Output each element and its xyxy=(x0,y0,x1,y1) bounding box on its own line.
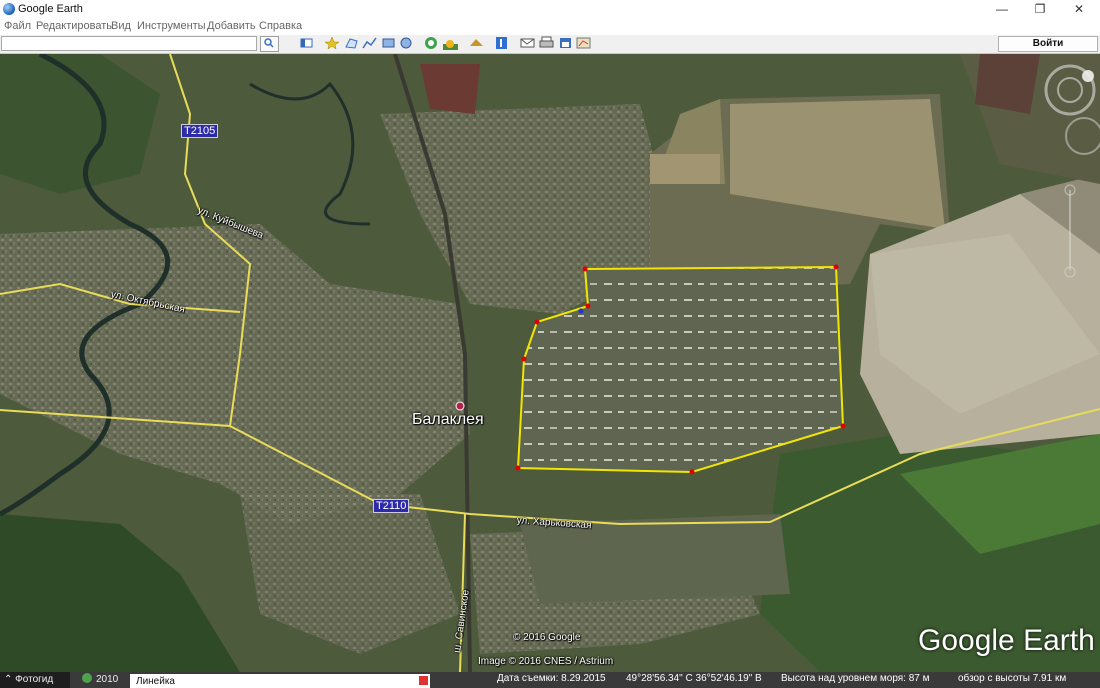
minimize-button[interactable]: — xyxy=(984,0,1020,19)
imagery-credit: Image © 2016 CNES / Astrium xyxy=(478,656,614,667)
ruler-tab[interactable]: Линейка xyxy=(130,674,430,688)
close-icon[interactable] xyxy=(419,676,428,685)
add-placemark-icon[interactable] xyxy=(324,36,340,50)
navigation-controls[interactable] xyxy=(1040,60,1100,290)
search-icon xyxy=(264,38,274,48)
menu-edit[interactable]: Редактировать xyxy=(36,20,112,32)
sign-in-button[interactable]: Войти xyxy=(998,36,1098,52)
add-overlay-icon[interactable] xyxy=(381,36,396,50)
close-button[interactable]: ✕ xyxy=(1061,0,1097,19)
add-path-icon[interactable] xyxy=(362,36,377,50)
year-label: 2010 xyxy=(96,674,119,685)
ruler-tab-label: Линейка xyxy=(136,676,175,687)
print-icon[interactable] xyxy=(539,36,554,50)
view-in-maps-icon[interactable] xyxy=(576,36,591,50)
email-icon[interactable] xyxy=(520,36,535,50)
toolbar: Войти xyxy=(0,35,1100,54)
menu-tools[interactable]: Инструменты xyxy=(137,20,206,32)
window-title: Google Earth xyxy=(18,3,83,15)
record-tour-icon[interactable] xyxy=(399,36,414,50)
status-bar: ⌃ Фотогид 2010 Линейка Дата съемки: 8.29… xyxy=(0,672,1100,688)
map-view[interactable]: Балаклея ул. Куйбышева ул. Октябрьская у… xyxy=(0,54,1100,672)
menu-help[interactable]: Справка xyxy=(259,20,302,32)
maximize-button[interactable]: ❐ xyxy=(1022,0,1058,19)
city-label[interactable]: Балаклея xyxy=(412,411,484,429)
satellite-imagery xyxy=(0,54,1100,672)
switch-planet-icon[interactable] xyxy=(469,36,484,50)
globe-icon xyxy=(82,673,92,683)
save-image-icon[interactable] xyxy=(558,36,573,50)
coordinates: 49°28'56.34" С 36°52'46.19" В xyxy=(626,673,762,684)
menu-file[interactable]: Файл xyxy=(4,20,31,32)
sidebar-toggle-icon[interactable] xyxy=(299,36,314,50)
tour-guide-label: Фотогид xyxy=(15,674,54,685)
eye-altitude: обзор с высоты 7.91 км xyxy=(958,673,1067,684)
google-earth-logo: Google Earth xyxy=(918,624,1095,657)
menu-bar: Файл Редактировать Вид Инструменты Добав… xyxy=(0,19,1100,35)
ruler-icon[interactable] xyxy=(494,36,509,50)
title-bar: Google Earth — ❐ ✕ xyxy=(0,0,1100,19)
elevation: Высота над уровнем моря: 87 м xyxy=(781,673,930,684)
road-shield: T2105 xyxy=(181,124,219,138)
search-input[interactable] xyxy=(1,36,257,51)
capture-date: Дата съемки: 8.29.2015 xyxy=(497,673,606,684)
look-joystick-icon xyxy=(1065,117,1100,155)
google-earth-app-icon xyxy=(3,3,15,15)
search-button[interactable] xyxy=(260,36,279,52)
historical-year-badge[interactable]: 2010 xyxy=(82,672,118,688)
road-shield: T2110 xyxy=(373,499,410,513)
sunlight-icon[interactable] xyxy=(443,36,458,50)
menu-view[interactable]: Вид xyxy=(111,20,131,32)
historical-imagery-icon[interactable] xyxy=(424,36,439,50)
menu-add[interactable]: Добавить xyxy=(207,20,256,32)
tour-guide-button[interactable]: ⌃ Фотогид xyxy=(0,672,70,688)
map-copyright: © 2016 Google xyxy=(513,632,581,643)
add-polygon-icon[interactable] xyxy=(344,36,359,50)
